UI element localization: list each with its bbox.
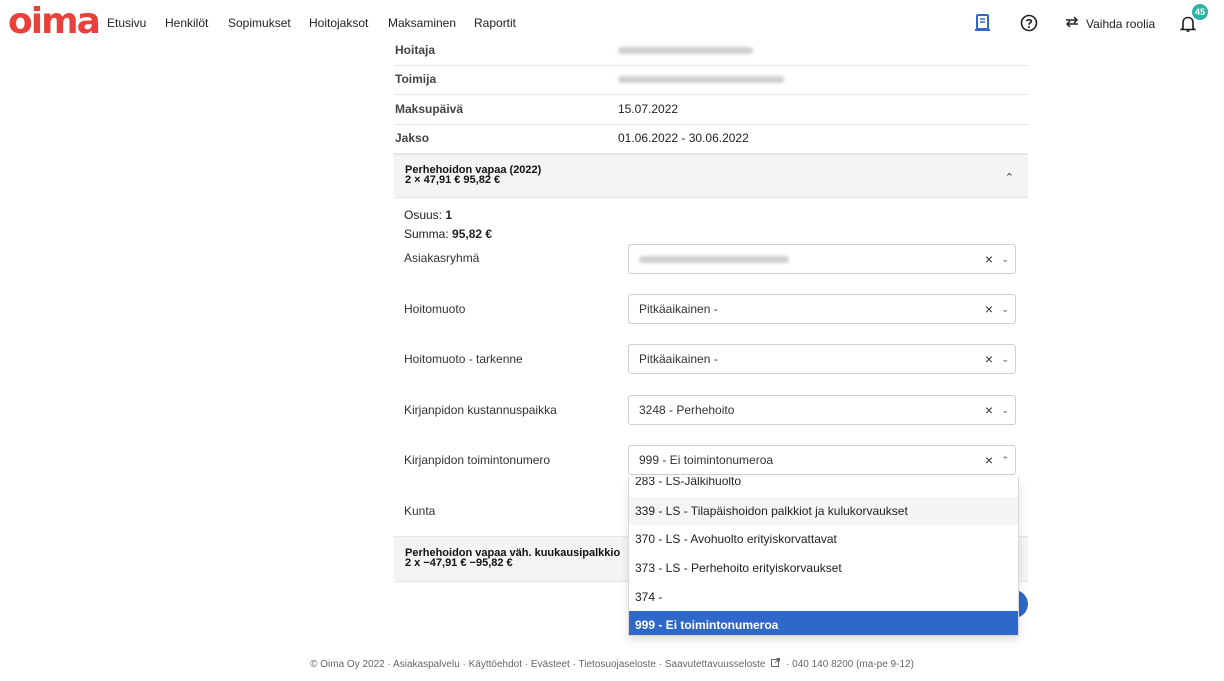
sum-label: Summa: (404, 227, 449, 241)
switch-role-button[interactable]: Vaihda roolia (1064, 16, 1155, 31)
clear-icon[interactable]: × (985, 446, 993, 474)
kustannuspaikka-select[interactable]: 3248 - Perhehoito × ⌄ (628, 395, 1016, 425)
select-value-blurred (639, 245, 789, 273)
footer-phone: · 040 140 8200 (ma-pe 9-12) (786, 659, 914, 670)
nav-henkilot[interactable]: Henkilöt (165, 16, 208, 30)
detail-value: 15.07.2022 (618, 102, 679, 116)
section-subtitle: 2 x −47,91 € −95,82 € (405, 557, 513, 569)
toimintonumero-options-list[interactable]: 283 - LS-Jälkihuolto 339 - LS - Tilapäis… (628, 477, 1019, 636)
oima-logo[interactable]: oima (8, 2, 101, 42)
sum-value: 95,82 € (452, 227, 493, 241)
swap-arrows-icon (1064, 16, 1080, 31)
clear-icon[interactable]: × (985, 295, 993, 323)
page-footer: © Oima Oy 2022 · Asiakaspalvelu · Käyttö… (0, 658, 1224, 670)
field-label-asiakasryhma: Asiakasryhmä (404, 251, 480, 265)
option-label: 373 - LS - Perhehoito erityiskorvaukset (635, 561, 842, 575)
option-item[interactable]: 373 - LS - Perhehoito erityiskorvaukset (629, 554, 1018, 582)
toimintonumero-select[interactable]: 999 - Ei toimintonumeroa × ⌃ (628, 445, 1016, 475)
select-value: 3248 - Perhehoito (639, 403, 735, 417)
nav-maksaminen[interactable]: Maksaminen (388, 16, 456, 30)
detail-label: Toimija (395, 72, 437, 86)
share-label: Osuus: (404, 208, 443, 222)
detail-label: Jakso (395, 131, 430, 145)
select-value: Pitkäaikainen - (639, 352, 718, 366)
footer-links[interactable]: © Oima Oy 2022 · Asiakaspalvelu · Käyttö… (310, 659, 765, 670)
detail-row-maksupaiva: Maksupäivä 15.07.2022 (394, 95, 1028, 125)
field-label-kunta: Kunta (404, 504, 436, 518)
clear-icon[interactable]: × (985, 345, 993, 373)
option-label: 999 - Ei toimintonumeroa (635, 618, 779, 632)
nav-sopimukset[interactable]: Sopimukset (228, 16, 291, 30)
clear-icon[interactable]: × (985, 245, 993, 273)
chevron-down-icon[interactable]: ⌄ (1001, 345, 1009, 373)
select-value: Pitkäaikainen - (639, 302, 718, 316)
select-value: 999 - Ei toimintonumeroa (639, 453, 774, 467)
clear-icon[interactable]: × (985, 396, 993, 424)
field-label-hoitomuoto: Hoitomuoto (404, 302, 466, 316)
detail-label: Maksupäivä (395, 102, 464, 116)
notification-count-badge: 45 (1192, 4, 1208, 20)
chevron-up-icon[interactable]: ⌃ (1001, 446, 1009, 474)
nav-raportit[interactable]: Raportit (474, 16, 516, 30)
detail-row-toimija: Toimija (394, 65, 1028, 95)
section-header-perhehoidon-vapaa[interactable]: Perhehoidon vapaa (2022) 2 × 47,91 € 95,… (394, 154, 1028, 198)
chevron-up-icon[interactable]: ⌃ (1005, 171, 1014, 184)
nav-hoitojaksot[interactable]: Hoitojaksot (309, 16, 368, 30)
detail-row-hoitaja: Hoitaja (394, 36, 1028, 66)
chevron-down-icon[interactable]: ⌄ (1001, 295, 1009, 323)
share-text: Osuus: 1 (404, 208, 452, 222)
chevron-down-icon[interactable]: ⌄ (1001, 245, 1009, 273)
field-label-kustannuspaikka: Kirjanpidon kustannuspaikka (404, 403, 557, 417)
option-label: 370 - LS - Avohuolto erityiskorvattavat (635, 532, 837, 546)
detail-value-blurred (618, 65, 784, 94)
option-label: 339 - LS - Tilapäishoidon palkkiot ja ku… (635, 504, 908, 518)
field-label-hoitomuoto-tarkenne: Hoitomuoto - tarkenne (404, 352, 523, 366)
detail-value-blurred (618, 36, 753, 65)
sum-text: Summa: 95,82 € (404, 227, 492, 241)
nav-etusivu[interactable]: Etusivu (107, 16, 146, 30)
field-label-toimintonumero: Kirjanpidon toimintonumero (404, 453, 551, 467)
switch-role-label: Vaihda roolia (1086, 16, 1156, 31)
detail-value: 01.06.2022 - 30.06.2022 (618, 131, 749, 145)
asiakasryhma-select[interactable]: × ⌄ (628, 244, 1016, 274)
option-item-selected[interactable]: 999 - Ei toimintonumeroa (629, 611, 1018, 635)
chevron-down-icon[interactable]: ⌄ (1001, 396, 1009, 424)
hoitomuoto-select[interactable]: Pitkäaikainen - × ⌄ (628, 294, 1016, 324)
receipt-icon[interactable] (973, 12, 993, 34)
option-label: 283 - LS-Jälkihuolto (635, 477, 742, 488)
option-item[interactable]: 370 - LS - Avohuolto erityiskorvattavat (629, 525, 1018, 553)
help-icon[interactable] (1019, 12, 1039, 34)
external-link-icon (771, 658, 781, 670)
hoitomuoto-tarkenne-select[interactable]: Pitkäaikainen - × ⌄ (628, 344, 1016, 374)
option-label: 374 - (635, 590, 663, 604)
share-value: 1 (445, 208, 453, 222)
option-item[interactable]: 283 - LS-Jälkihuolto (629, 477, 1018, 495)
option-item[interactable]: 339 - LS - Tilapäishoidon palkkiot ja ku… (629, 497, 1018, 525)
option-item[interactable]: 374 - (629, 583, 1018, 611)
section-subtitle: 2 × 47,91 € 95,82 € (405, 174, 501, 186)
detail-row-jakso: Jakso 01.06.2022 - 30.06.2022 (394, 124, 1028, 154)
detail-label: Hoitaja (395, 43, 436, 57)
